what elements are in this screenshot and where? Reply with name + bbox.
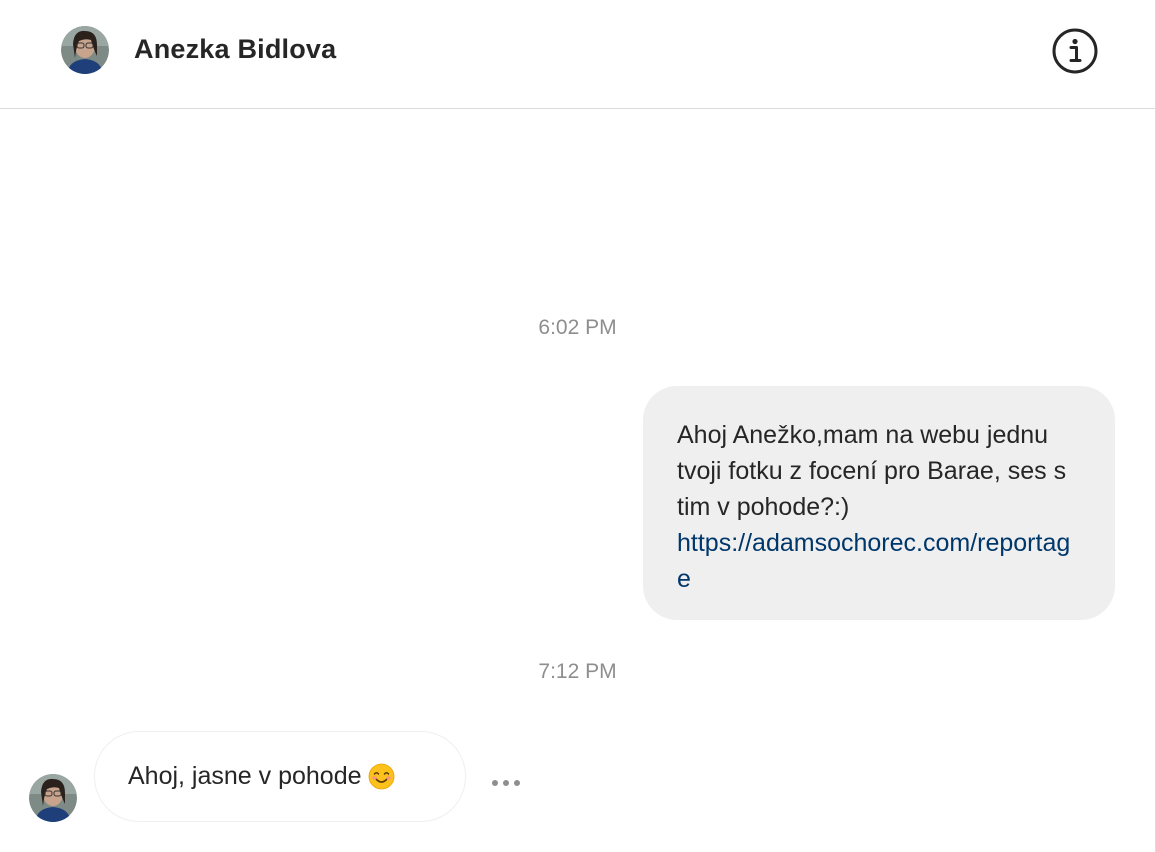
more-horizontal-icon (492, 780, 498, 786)
contact-name[interactable]: Anezka Bidlova (134, 34, 336, 65)
avatar-image (29, 774, 77, 822)
contact-avatar[interactable] (61, 26, 109, 74)
message-text: Ahoj Anežko,mam na webu jednu tvoji fotk… (677, 421, 1067, 521)
more-horizontal-icon (503, 780, 509, 786)
chat-header: Anezka Bidlova (0, 0, 1155, 109)
message-timestamp: 6:02 PM (538, 316, 617, 339)
more-horizontal-icon (514, 780, 520, 786)
message-timestamp: 7:12 PM (538, 660, 617, 683)
sender-avatar[interactable] (29, 774, 77, 822)
outgoing-message-bubble[interactable]: Ahoj Anežko,mam na webu jednu tvoji fotk… (643, 386, 1115, 620)
message-link[interactable]: https://adamsochorec.com/reportage (677, 529, 1070, 593)
avatar-image (61, 26, 109, 74)
message-text: Ahoj, jasne v pohode (128, 762, 362, 790)
smiling-face-icon (368, 763, 394, 790)
info-button[interactable] (1051, 27, 1099, 75)
more-options-button[interactable] (486, 766, 526, 800)
incoming-message-bubble[interactable]: Ahoj, jasne v pohode (94, 731, 466, 822)
info-circle-icon (1052, 28, 1098, 74)
